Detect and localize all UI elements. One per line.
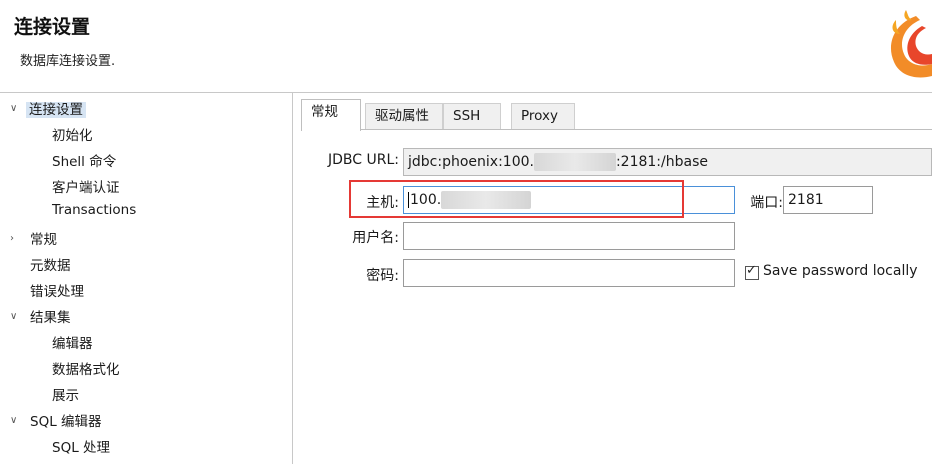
save-password-label[interactable]: Save password locally (763, 263, 918, 279)
tab-panel-border (301, 129, 932, 130)
tree-item-label: SQL 编辑器 (30, 414, 102, 430)
tree-item-label: SQL 处理 (52, 440, 111, 456)
username-label: 用户名: (352, 230, 399, 246)
tree-item-label: 元数据 (30, 258, 71, 274)
tree-item-transactions[interactable]: Transactions (52, 202, 136, 218)
tree-item-shell-commands[interactable]: Shell 命令 (52, 150, 116, 170)
page-title: 连接设置 (14, 16, 91, 38)
tree-item-data-format[interactable]: 数据格式化 (52, 358, 120, 378)
username-field[interactable] (403, 222, 735, 250)
tree-item-label: 常规 (30, 232, 57, 248)
tab-label: 常规 (311, 104, 338, 120)
tree-item-presentation[interactable]: 展示 (52, 384, 79, 404)
tree-item-sql-editor[interactable]: SQL 编辑器 (30, 410, 102, 430)
tree-item-client-auth[interactable]: 客户端认证 (52, 176, 120, 196)
port-value: 2181 (788, 192, 824, 208)
page-subtitle: 数据库连接设置. (20, 54, 116, 69)
jdbc-url-suffix: :2181:/hbase (615, 154, 708, 170)
tree-item-label: 错误处理 (30, 284, 84, 300)
tab-general[interactable]: 常规 (301, 99, 361, 131)
settings-tree: ∨ 连接设置 初始化 Shell 命令 客户端认证 Transactions ›… (0, 93, 292, 464)
checkmark-icon: ✓ (746, 263, 757, 278)
redacted-ip (533, 153, 616, 171)
port-label: 端口: (750, 195, 783, 211)
tree-item-label: Shell 命令 (52, 154, 117, 170)
tree-item-resultset[interactable]: 结果集 (30, 306, 71, 326)
chevron-right-icon[interactable]: › (10, 233, 14, 244)
tree-item-connection-settings[interactable]: 连接设置 (26, 98, 86, 118)
tree-item-label: 数据格式化 (52, 362, 120, 378)
highlight-box (349, 180, 684, 218)
tree-item-label: 编辑器 (52, 336, 93, 352)
jdbc-url-field[interactable]: jdbc:phoenix:100. :2181:/hbase (403, 148, 932, 176)
tab-label: SSH (453, 108, 481, 124)
password-field[interactable] (403, 259, 735, 287)
tree-item-general[interactable]: 常规 (30, 228, 57, 248)
tree-item-init[interactable]: 初始化 (52, 124, 93, 144)
tree-item-editor[interactable]: 编辑器 (52, 332, 93, 352)
tab-driver-properties[interactable]: 驱动属性 (365, 103, 443, 129)
jdbc-url-label: JDBC URL: (328, 152, 399, 168)
tree-item-label: Transactions (52, 202, 137, 218)
tab-ssh[interactable]: SSH (443, 103, 501, 129)
tab-proxy[interactable]: Proxy (511, 103, 575, 129)
tree-item-metadata[interactable]: 元数据 (30, 254, 71, 274)
tree-item-label: 客户端认证 (52, 180, 120, 196)
chevron-down-icon[interactable]: ∨ (10, 415, 17, 426)
jdbc-url-prefix: jdbc:phoenix:100. (408, 154, 534, 170)
tree-item-error-handling[interactable]: 错误处理 (30, 280, 84, 300)
tree-item-label: 初始化 (52, 128, 93, 144)
chevron-down-icon[interactable]: ∨ (10, 311, 17, 322)
tree-item-label: 连接设置 (26, 102, 86, 118)
port-field[interactable]: 2181 (783, 186, 873, 214)
tree-item-label: 展示 (52, 388, 79, 404)
tree-item-sql-processing[interactable]: SQL 处理 (52, 436, 110, 456)
chevron-down-icon[interactable]: ∨ (10, 103, 17, 114)
tab-label: 驱动属性 (375, 108, 429, 124)
save-password-checkbox[interactable]: ✓ (745, 263, 759, 280)
password-label: 密码: (366, 268, 399, 284)
settings-panel: 常规 驱动属性 SSH Proxy JDBC URL: jdbc:phoenix… (293, 93, 932, 464)
app-logo-icon (890, 10, 932, 78)
tab-label: Proxy (521, 108, 558, 124)
tree-item-label: 结果集 (30, 310, 71, 326)
page-header: 连接设置 数据库连接设置. (0, 0, 932, 92)
